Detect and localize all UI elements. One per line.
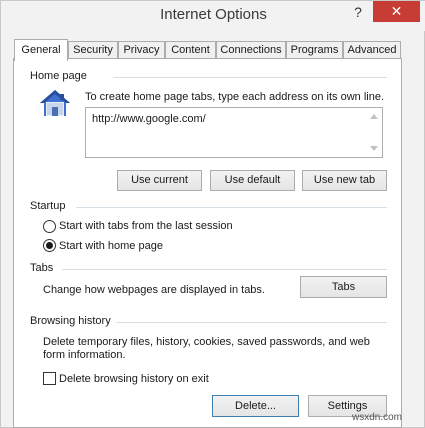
tabs-description: Change how webpages are displayed in tab… [43, 284, 265, 296]
use-default-button[interactable]: Use default [210, 170, 295, 191]
close-button[interactable]: ✕ [373, 1, 420, 22]
tabs-divider [62, 269, 387, 270]
startup-last-session-radio[interactable] [43, 220, 56, 233]
startup-home-page-label: Start with home page [59, 240, 163, 252]
scroll-down-icon[interactable] [370, 146, 378, 151]
delete-on-exit-checkbox[interactable] [43, 372, 56, 385]
browsing-history-description-line2: form information. [43, 349, 126, 361]
delete-button[interactable]: Delete... [212, 395, 299, 417]
address-scrollbar[interactable] [366, 108, 382, 157]
radio-selected-dot [46, 242, 53, 249]
home-page-address-input[interactable]: http://www.google.com/ [85, 107, 383, 158]
home-page-address-value: http://www.google.com/ [92, 113, 206, 125]
tabs-button[interactable]: Tabs [300, 276, 387, 298]
use-current-button[interactable]: Use current [117, 170, 202, 191]
title-bar: Internet Options ? ✕ [1, 1, 425, 31]
startup-last-session-label: Start with tabs from the last session [59, 220, 233, 232]
startup-divider [76, 207, 387, 208]
startup-group-label: Startup [30, 200, 70, 212]
watermark-text: wsxdn.com [352, 412, 403, 423]
home-page-divider [113, 77, 387, 78]
house-icon [40, 90, 70, 116]
home-page-group-label: Home page [30, 70, 91, 82]
tab-general[interactable]: General [14, 39, 68, 61]
help-button[interactable]: ? [345, 1, 371, 23]
use-new-tab-button[interactable]: Use new tab [302, 170, 387, 191]
home-page-instructions: To create home page tabs, type each addr… [85, 91, 385, 103]
tabs-group-label: Tabs [30, 262, 58, 274]
browsing-history-divider [116, 322, 387, 323]
scroll-up-icon[interactable] [370, 114, 378, 119]
startup-home-page-radio[interactable] [43, 239, 56, 252]
browsing-history-description-line1: Delete temporary files, history, cookies… [43, 336, 370, 348]
delete-on-exit-label: Delete browsing history on exit [59, 373, 209, 385]
browsing-history-group-label: Browsing history [30, 315, 115, 327]
